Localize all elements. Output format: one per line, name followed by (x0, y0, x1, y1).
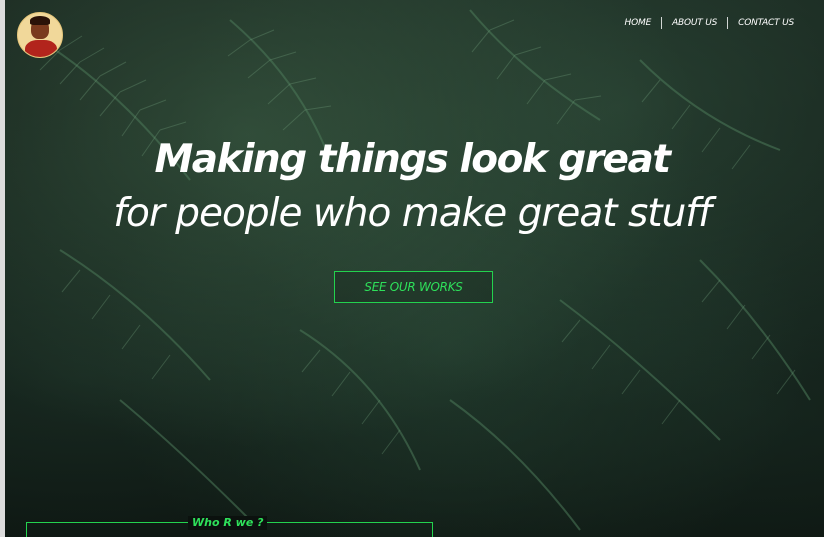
see-our-works-button[interactable]: SEE OUR WORKS (334, 271, 493, 303)
nav-about-us[interactable]: ABOUT US (662, 17, 727, 29)
hero-section: HOME ABOUT US CONTACT US Making things l… (0, 0, 824, 537)
hero-subline: for people who make great stuff (113, 191, 712, 236)
left-edge-strip (0, 0, 5, 537)
palm-leaves-background (39, 9, 811, 531)
hero-headline: Making things look great (154, 137, 671, 182)
about-section-title: Who R we ? (188, 516, 268, 530)
nav-contact-us[interactable]: CONTACT US (728, 17, 804, 29)
nav-home[interactable]: HOME (615, 17, 662, 29)
avatar-hair (30, 16, 50, 25)
avatar-body (25, 40, 57, 57)
profile-avatar[interactable] (17, 12, 63, 58)
top-nav: HOME ABOUT US CONTACT US (615, 17, 804, 29)
